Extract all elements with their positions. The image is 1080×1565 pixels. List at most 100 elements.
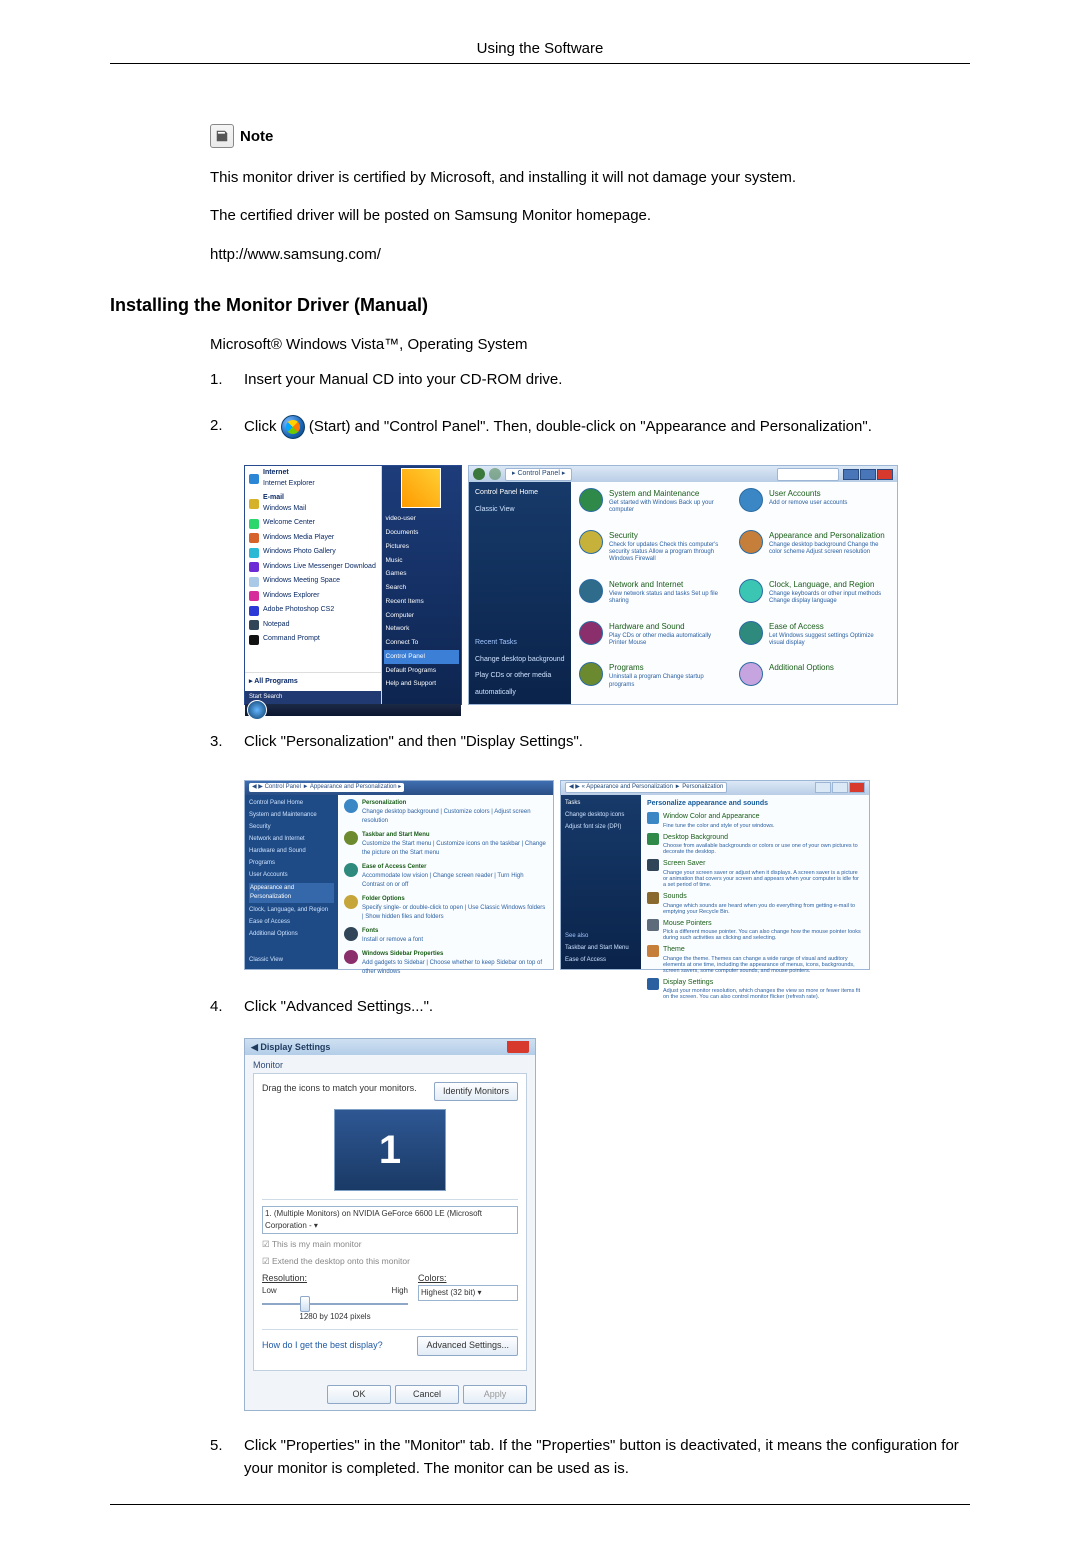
sm-item[interactable]: Notepad: [245, 618, 381, 633]
sm-ritem[interactable]: Pictures: [384, 540, 460, 554]
side-link[interactable]: Hardware and Sound: [249, 847, 334, 856]
cp-cat-security[interactable]: SecurityCheck for updates Check this com…: [579, 530, 729, 573]
ok-button[interactable]: OK: [327, 1385, 391, 1405]
item-theme[interactable]: ThemeChange the theme. Themes can change…: [647, 945, 863, 974]
side-link[interactable]: Control Panel Home: [249, 799, 334, 808]
cp-cat-network[interactable]: Network and InternetView network status …: [579, 579, 729, 615]
side-link[interactable]: Network and Internet: [249, 835, 334, 844]
note-link[interactable]: http://www.samsung.com/: [210, 245, 970, 265]
colors-dropdown[interactable]: Highest (32 bit) ▾: [418, 1285, 518, 1301]
advanced-settings-button[interactable]: Advanced Settings...: [417, 1336, 518, 1356]
sm-ritem[interactable]: Recent Items: [384, 595, 460, 609]
task-link[interactable]: Change desktop icons: [565, 811, 637, 820]
minimize-button[interactable]: [815, 782, 831, 793]
slider-high: High: [392, 1285, 408, 1297]
close-button[interactable]: [849, 782, 865, 793]
sm-ritem[interactable]: Search: [384, 581, 460, 595]
see-also-link[interactable]: Taskbar and Start Menu: [565, 944, 637, 953]
cp-side-task[interactable]: automatically: [475, 688, 565, 699]
cancel-button[interactable]: Cancel: [395, 1385, 459, 1405]
nav-fwd-icon[interactable]: [489, 468, 501, 480]
cp-cat-programs[interactable]: ProgramsUninstall a program Change start…: [579, 662, 729, 698]
item-taskbar[interactable]: Taskbar and Start MenuCustomize the Star…: [344, 831, 547, 858]
cp-cat-system[interactable]: System and MaintenanceGet started with W…: [579, 488, 729, 524]
check-main[interactable]: ☑ This is my main monitor: [262, 1238, 518, 1251]
sm-item[interactable]: Windows Live Messenger Download: [245, 560, 381, 575]
cp-side-classic[interactable]: Classic View: [475, 505, 565, 516]
sm-ritem[interactable]: Games: [384, 567, 460, 581]
sm-item[interactable]: E-mailWindows Mail: [245, 491, 381, 516]
side-link[interactable]: Ease of Access: [249, 918, 334, 927]
side-link-appearance[interactable]: Appearance and Personalization: [249, 883, 334, 903]
maximize-button[interactable]: [860, 469, 876, 480]
side-link[interactable]: Programs: [249, 859, 334, 868]
cp-cat-clock[interactable]: Clock, Language, and RegionChange keyboa…: [739, 579, 889, 615]
nav-back-icon[interactable]: [473, 468, 485, 480]
side-link[interactable]: Security: [249, 823, 334, 832]
maximize-button[interactable]: [832, 782, 848, 793]
monitor-dropdown[interactable]: 1. (Multiple Monitors) on NVIDIA GeForce…: [262, 1206, 518, 1234]
apply-button[interactable]: Apply: [463, 1385, 527, 1405]
cp-cat-ease[interactable]: Ease of AccessLet Windows suggest settin…: [739, 621, 889, 657]
cp-cat-appearance[interactable]: Appearance and PersonalizationChange des…: [739, 530, 889, 573]
item-folder[interactable]: Folder OptionsSpecify single- or double-…: [344, 895, 547, 922]
breadcrumb[interactable]: ◀ ▶ Control Panel ► Appearance and Perso…: [249, 783, 404, 792]
side-classic[interactable]: Classic View: [249, 956, 334, 965]
sm-item[interactable]: Adobe Photoshop CS2: [245, 603, 381, 618]
tab-monitor[interactable]: Monitor: [245, 1055, 535, 1073]
sm-ritem[interactable]: Help and Support: [384, 677, 460, 691]
cp-cat-additional[interactable]: Additional Options: [739, 662, 889, 698]
item-ease[interactable]: Ease of Access CenterAccommodate low vis…: [344, 863, 547, 890]
sm-ritem[interactable]: Network: [384, 622, 460, 636]
close-button[interactable]: [507, 1041, 529, 1053]
minimize-button[interactable]: [843, 469, 859, 480]
side-link[interactable]: System and Maintenance: [249, 811, 334, 820]
check-extend[interactable]: ☑ Extend the desktop onto this monitor: [262, 1255, 518, 1268]
close-button[interactable]: [877, 469, 893, 480]
cp-cat-hardware[interactable]: Hardware and SoundPlay CDs or other medi…: [579, 621, 729, 657]
sm-ritem[interactable]: video-user: [384, 512, 460, 526]
see-also-link[interactable]: Ease of Access: [565, 956, 637, 965]
item-wincolor[interactable]: Window Color and AppearanceFine tune the…: [647, 812, 863, 829]
sm-item[interactable]: Windows Explorer: [245, 589, 381, 604]
sm-item[interactable]: InternetInternet Explorer: [245, 466, 381, 491]
sm-item[interactable]: Command Prompt: [245, 632, 381, 647]
help-link[interactable]: How do I get the best display?: [262, 1339, 411, 1353]
cp-side-task[interactable]: Play CDs or other media: [475, 671, 565, 682]
sm-ritem[interactable]: Music: [384, 554, 460, 568]
cp-side-home[interactable]: Control Panel Home: [475, 488, 565, 499]
sm-all-programs[interactable]: ▸ All Programs: [245, 672, 381, 692]
task-link[interactable]: Adjust font size (DPI): [565, 823, 637, 832]
sm-item[interactable]: Windows Photo Gallery: [245, 545, 381, 560]
item-sidebar[interactable]: Windows Sidebar PropertiesAdd gadgets to…: [344, 950, 547, 977]
item-personalization[interactable]: PersonalizationChange desktop background…: [344, 799, 547, 826]
sm-item[interactable]: Windows Meeting Space: [245, 574, 381, 589]
item-mouse[interactable]: Mouse PointersPick a different mouse poi…: [647, 919, 863, 942]
resolution-slider[interactable]: [262, 1303, 408, 1305]
side-link[interactable]: User Accounts: [249, 871, 334, 880]
sm-ritem[interactable]: Connect To: [384, 636, 460, 650]
sm-ritem[interactable]: Documents: [384, 526, 460, 540]
taskbar-start-orb-icon[interactable]: [247, 700, 267, 720]
sm-item[interactable]: Welcome Center: [245, 516, 381, 531]
cp-cat-user[interactable]: User AccountsAdd or remove user accounts: [739, 488, 889, 524]
side-link[interactable]: Additional Options: [249, 930, 334, 939]
item-sounds[interactable]: SoundsChange which sounds are heard when…: [647, 892, 863, 915]
sm-ritem[interactable]: Computer: [384, 609, 460, 623]
address-bar[interactable]: ▸ Control Panel ▸: [505, 468, 572, 481]
sm-search[interactable]: Start Search: [245, 691, 381, 704]
cp-category-sidebar: Control Panel Home System and Maintenanc…: [245, 795, 338, 969]
side-link[interactable]: Clock, Language, and Region: [249, 906, 334, 915]
item-fonts[interactable]: FontsInstall or remove a font: [344, 927, 547, 945]
search-box[interactable]: [777, 468, 839, 481]
sm-item[interactable]: Windows Media Player: [245, 531, 381, 546]
sm-ritem[interactable]: Default Programs: [384, 664, 460, 678]
item-screensaver[interactable]: Screen SaverChange your screen saver or …: [647, 859, 863, 888]
monitor-preview[interactable]: 1: [334, 1109, 446, 1191]
breadcrumb[interactable]: ◀ ▶ « Appearance and Personalization ► P…: [565, 782, 727, 793]
item-desktopbg[interactable]: Desktop BackgroundChoose from available …: [647, 833, 863, 856]
cp-side-task[interactable]: Change desktop background: [475, 655, 565, 666]
sm-ritem-control-panel[interactable]: Control Panel: [384, 650, 460, 664]
identify-monitors-button[interactable]: Identify Monitors: [434, 1082, 518, 1102]
start-menu-left-pane: InternetInternet Explorer E-mailWindows …: [245, 466, 382, 704]
